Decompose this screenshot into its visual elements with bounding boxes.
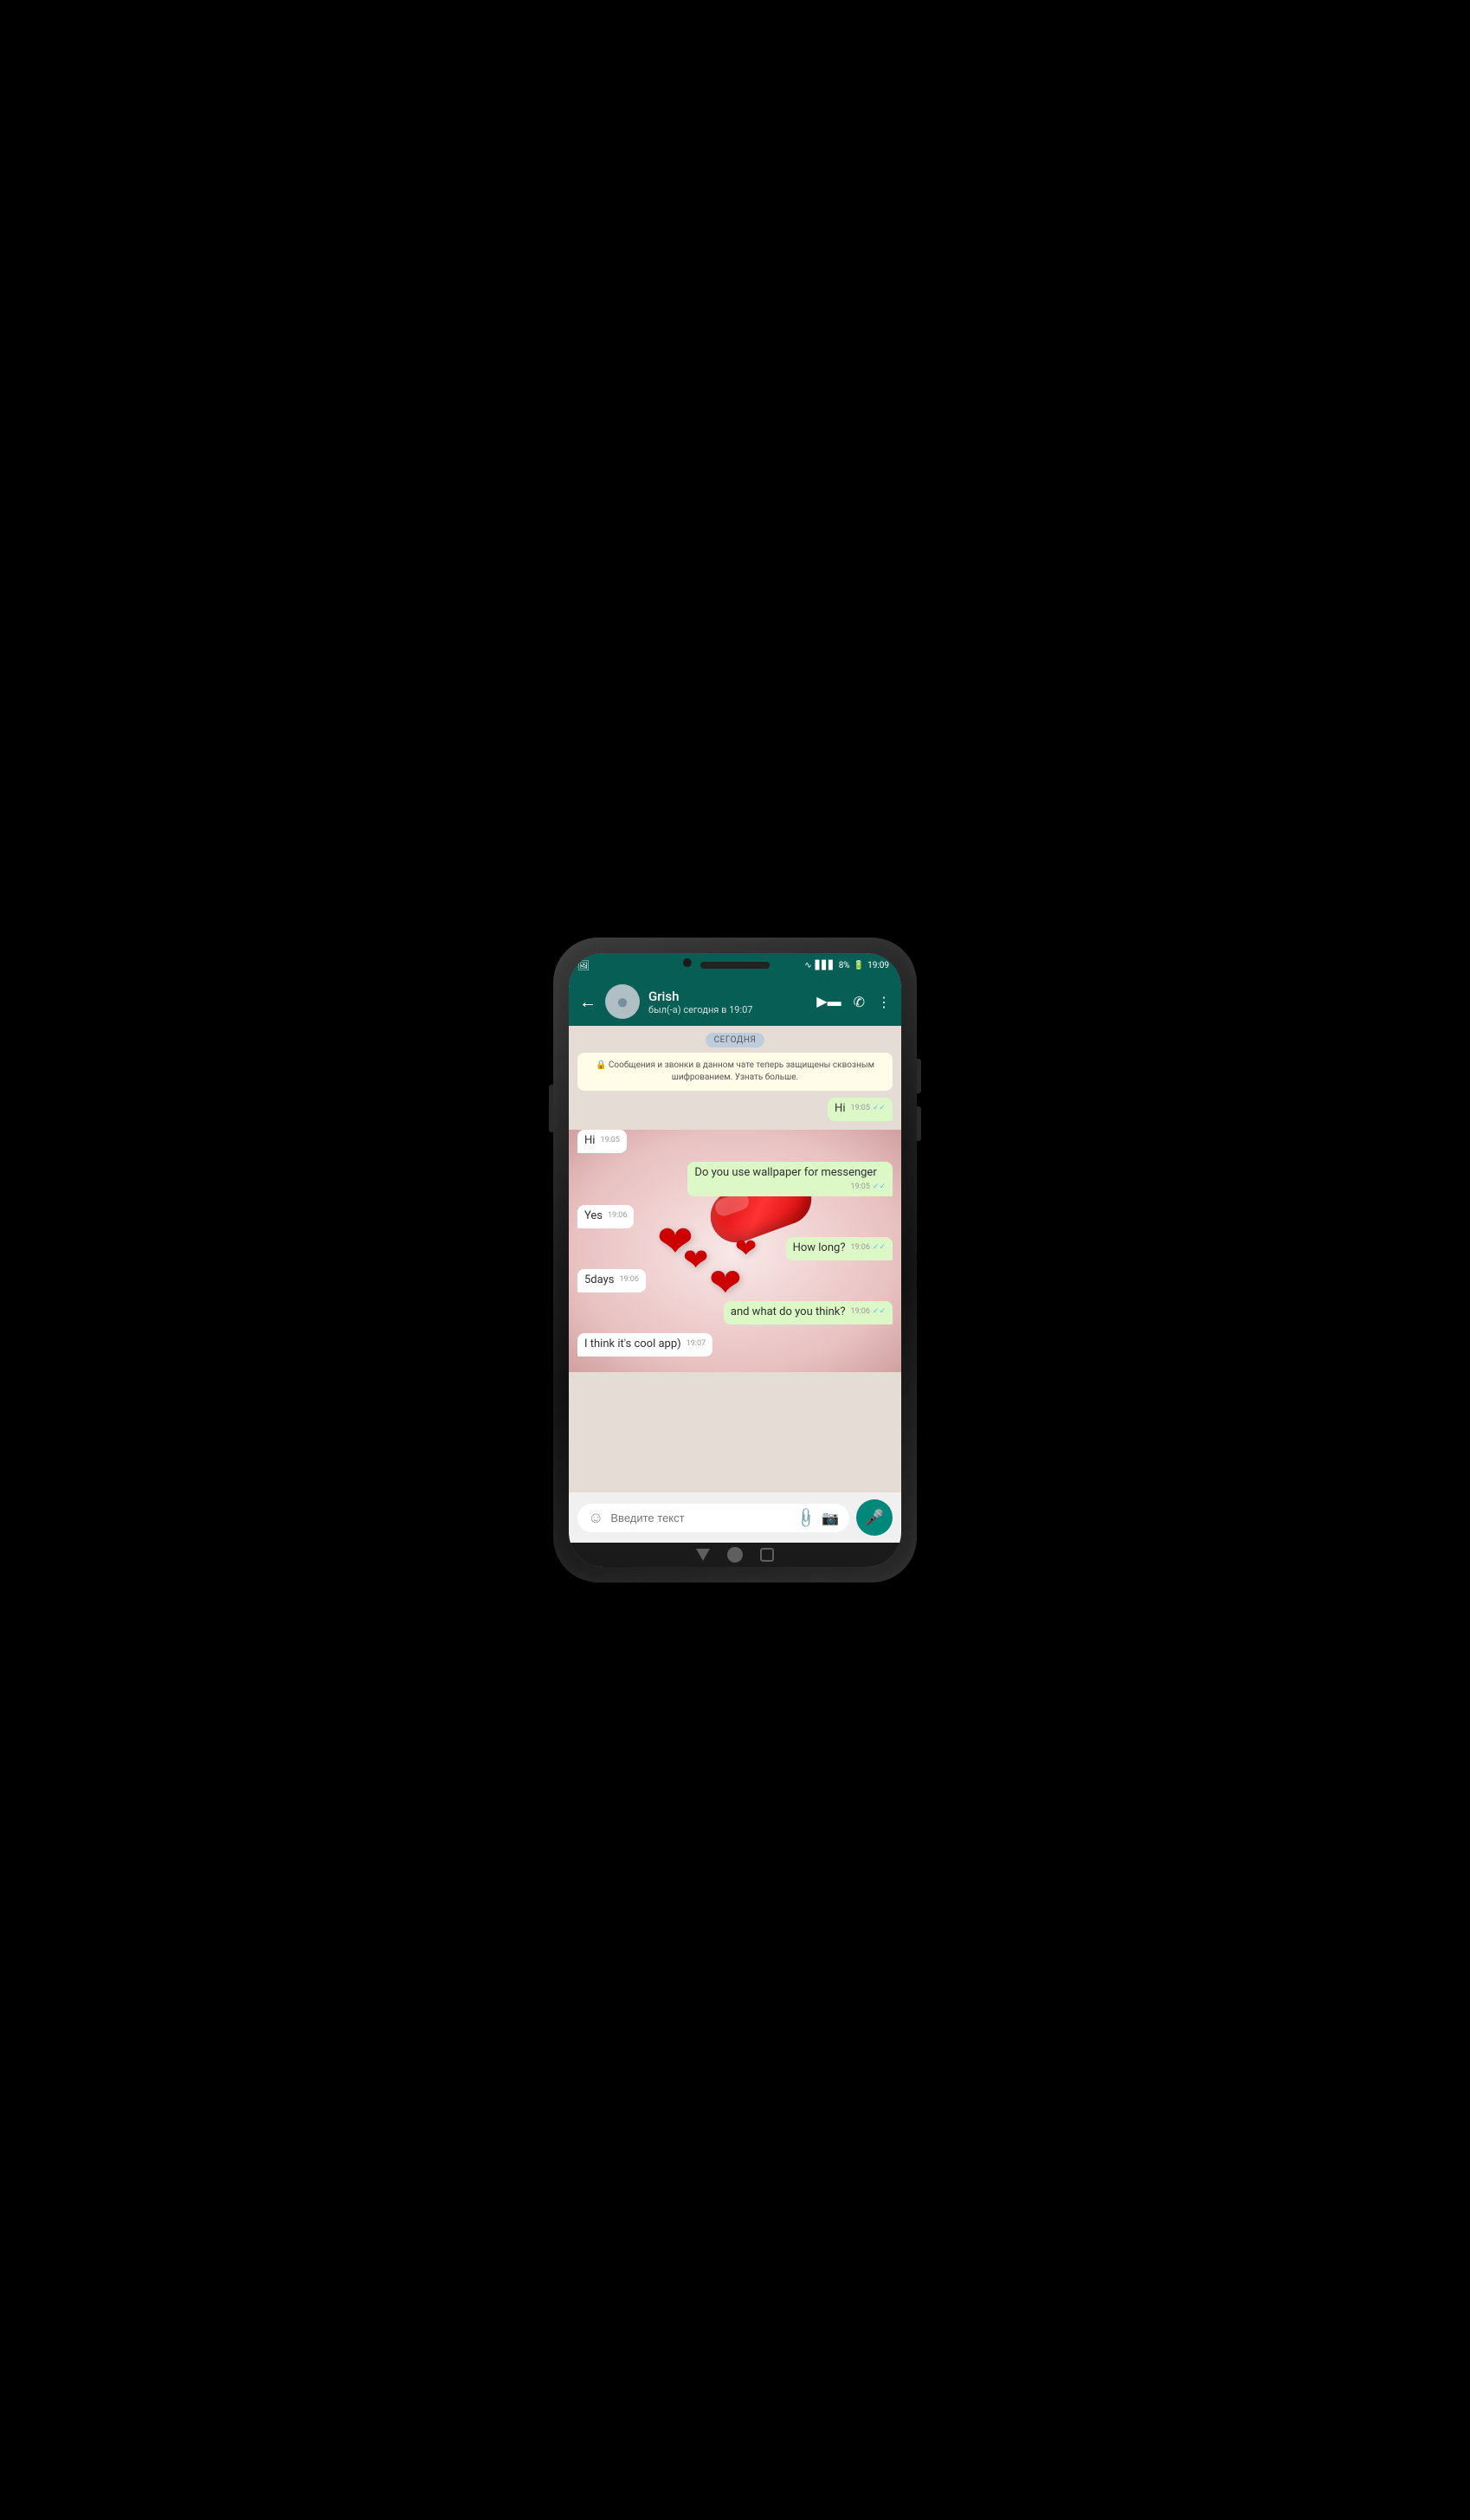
header-actions: ▶▬ ✆ ⋮ [816, 993, 891, 1010]
status-left: 🖼 [577, 960, 590, 971]
avatar-icon: ● [616, 989, 629, 1015]
message-bubble-1: Hi 19:05 ✓✓ [828, 1098, 893, 1121]
message-row: I think it's cool app) 19:07 [577, 1333, 893, 1357]
message-meta-7: 19:06 ✓✓ [850, 1307, 886, 1318]
input-container: ☺ 📎 📷 [577, 1504, 849, 1532]
contact-name[interactable]: Grish [648, 989, 808, 1004]
message-meta-5: 19:06 ✓✓ [850, 1243, 886, 1254]
checkmarks-1: ✓✓ [873, 1104, 886, 1114]
message-row: Hi 19:05 ✓✓ [577, 1098, 893, 1121]
emoji-button[interactable]: ☺ [588, 1509, 603, 1527]
message-bubble-5: How long? 19:06 ✓✓ [786, 1237, 893, 1260]
menu-icon[interactable]: ⋮ [877, 994, 891, 1010]
phone-screen: 🖼 ∿ ▋▋▋ 8% 🔋 19:09 ← ● Grish был(- [569, 953, 901, 1567]
message-text-8: I think it's cool app) [584, 1337, 681, 1350]
message-bubble-4: Yes 19:06 [577, 1205, 634, 1228]
mic-icon: 🎤 [865, 1509, 884, 1527]
speaker [700, 962, 770, 969]
chat-header: ← ● Grish был(-а) сегодня в 19:07 ▶▬ ✆ ⋮ [569, 977, 901, 1026]
bottom-navigation-bar [569, 1543, 901, 1567]
message-text-7: and what do you think? [731, 1305, 846, 1318]
message-row: 5days 19:06 [577, 1269, 893, 1292]
video-call-icon[interactable]: ▶▬ [816, 993, 841, 1010]
message-text-6: 5days [584, 1273, 614, 1286]
chat-area: ❤ ❤ ❤ ❤ СЕГОДНЯ 🔒 Сообщения и звонки в д… [569, 1026, 901, 1492]
screen: 🖼 ∿ ▋▋▋ 8% 🔋 19:09 ← ● Grish был(- [569, 953, 901, 1567]
message-row: Yes 19:06 [577, 1205, 893, 1228]
home-nav-button[interactable] [727, 1547, 743, 1563]
message-meta-1: 19:05 ✓✓ [850, 1104, 886, 1114]
message-text-4: Yes [584, 1209, 603, 1222]
battery-icon: 🔋 [854, 961, 864, 970]
recents-nav-button[interactable] [760, 1548, 774, 1562]
message-time-7: 19:06 [850, 1307, 869, 1318]
date-badge: СЕГОДНЯ [706, 1033, 765, 1047]
message-bubble-3: Do you use wallpaper for messenger 19:05… [687, 1162, 893, 1197]
message-time-8: 19:07 [687, 1339, 706, 1350]
notification-icon: 🖼 [577, 960, 590, 971]
message-time-5: 19:06 [850, 1243, 869, 1254]
message-meta-3: 19:05 ✓✓ [850, 1183, 886, 1193]
power-button [549, 1085, 553, 1132]
message-row: How long? 19:06 ✓✓ [577, 1237, 893, 1260]
contact-status: был(-а) сегодня в 19:07 [648, 1004, 808, 1015]
message-meta-2: 19:05 [600, 1136, 619, 1146]
message-meta-4: 19:06 [608, 1211, 627, 1221]
back-button[interactable]: ← [579, 993, 596, 1010]
encryption-notice: 🔒 Сообщения и звонки в данном чате тепер… [577, 1053, 893, 1091]
avatar[interactable]: ● [605, 984, 640, 1019]
message-time-3: 19:05 [850, 1183, 869, 1193]
volume-down-button [917, 1106, 921, 1141]
message-time-4: 19:06 [608, 1211, 627, 1221]
input-area: ☺ 📎 📷 🎤 [569, 1492, 901, 1543]
mic-button[interactable]: 🎤 [856, 1499, 893, 1536]
message-meta-8: 19:07 [687, 1339, 706, 1350]
message-row: Do you use wallpaper for messenger 19:05… [577, 1162, 893, 1197]
phone-icon[interactable]: ✆ [854, 994, 865, 1010]
battery-percentage: 8% [839, 961, 850, 970]
message-meta-6: 19:06 [619, 1275, 638, 1286]
message-bubble-6: 5days 19:06 [577, 1269, 646, 1292]
checkmarks-3: ✓✓ [873, 1183, 886, 1193]
message-text-3: Do you use wallpaper for messenger [694, 1166, 876, 1179]
message-time-1: 19:05 [850, 1104, 869, 1114]
contact-info: Grish был(-а) сегодня в 19:07 [648, 989, 808, 1015]
message-text-5: How long? [793, 1241, 846, 1254]
front-camera [683, 958, 692, 967]
message-row: Hi 19:05 [577, 1130, 893, 1153]
phone-device: 🖼 ∿ ▋▋▋ 8% 🔋 19:09 ← ● Grish был(- [553, 938, 917, 1582]
wifi-icon: ∿ [804, 961, 811, 970]
message-bubble-7: and what do you think? 19:06 ✓✓ [724, 1301, 893, 1324]
camera-button[interactable]: 📷 [822, 1510, 839, 1526]
status-right: ∿ ▋▋▋ 8% 🔋 19:09 [804, 961, 889, 970]
checkmarks-7: ✓✓ [873, 1307, 886, 1318]
message-bubble-8: I think it's cool app) 19:07 [577, 1333, 712, 1357]
signal-icon: ▋▋▋ [816, 961, 835, 970]
time-display: 19:09 [867, 961, 889, 970]
message-text-1: Hi [835, 1102, 845, 1115]
message-time-2: 19:05 [600, 1136, 619, 1146]
attach-button[interactable]: 📎 [794, 1505, 818, 1530]
message-bubble-2: Hi 19:05 [577, 1130, 627, 1153]
back-nav-button[interactable] [696, 1549, 710, 1561]
nav-dots [696, 1547, 774, 1563]
checkmarks-5: ✓✓ [873, 1243, 886, 1254]
message-row: and what do you think? 19:06 ✓✓ [577, 1301, 893, 1324]
message-text-2: Hi [584, 1134, 595, 1147]
message-time-6: 19:06 [619, 1275, 638, 1286]
volume-up-button [917, 1059, 921, 1093]
message-input[interactable] [610, 1511, 790, 1524]
